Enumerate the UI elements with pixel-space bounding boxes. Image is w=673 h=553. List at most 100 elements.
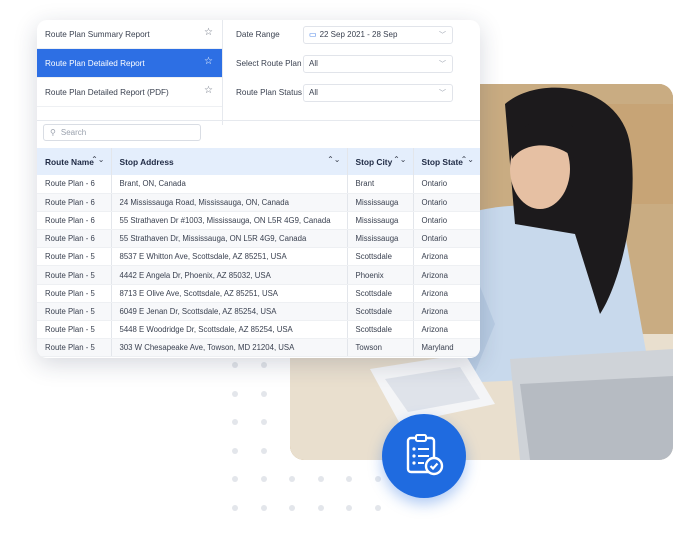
- search-placeholder: Search: [60, 128, 87, 137]
- filter-route-plan: Select Route Plan All ﹀: [229, 49, 480, 78]
- dot: [289, 505, 295, 511]
- table-row[interactable]: Route Plan - 6 Brant, ON, Canada Brant Onta…: [37, 175, 480, 194]
- route-plan-status-value: All: [309, 88, 318, 97]
- table-cell: Route Plan - 5: [37, 265, 111, 285]
- star-icon[interactable]: ☆: [204, 56, 213, 67]
- report-item-label: Route Plan Detailed Report (PDF): [45, 87, 169, 97]
- dot: [232, 448, 238, 454]
- dot: [318, 505, 324, 511]
- table-cell: Arizona: [412, 284, 480, 303]
- dot: [375, 505, 381, 511]
- chevron-down-icon: ﹀: [439, 89, 446, 97]
- route-plan-status-label: Route Plan Status: [236, 88, 302, 97]
- calendar-icon: ▭: [309, 30, 317, 39]
- table-cell: 4442 E Angela Dr, Phoenix, AZ 85032, USA: [110, 265, 347, 285]
- dot: [261, 391, 267, 397]
- column-header-label: Route Name: [45, 156, 94, 167]
- table-cell: Route Plan - 5: [37, 247, 111, 267]
- dot: [346, 505, 352, 511]
- table-row[interactable]: Route Plan - 5 6049 E Jenan Dr, Scottsdal…: [37, 302, 480, 322]
- table-cell: Arizona: [412, 302, 480, 322]
- table-row[interactable]: Route Plan - 6 55 Strathaven Dr #1003, Mi…: [37, 211, 480, 231]
- date-range-picker[interactable]: ▭ 22 Sep 2021 - 28 Sep ﹀: [303, 25, 453, 44]
- table-cell: Ontario: [412, 193, 480, 212]
- column-header-label: Stop City: [355, 156, 393, 167]
- sort-icon[interactable]: ⌃⌄: [461, 155, 474, 164]
- filter-route-plan-status: Route Plan Status All ﹀: [229, 78, 480, 107]
- table-cell: Arizona: [412, 247, 480, 267]
- table-cell: Ontario: [412, 175, 480, 194]
- filter-date-range: Date Range ▭ 22 Sep 2021 - 28 Sep ﹀: [229, 20, 480, 49]
- dot: [232, 391, 238, 397]
- table-cell: Route Plan - 5: [37, 302, 111, 322]
- column-header-route-name[interactable]: Route Name ⌃⌄: [37, 148, 111, 175]
- table-cell: Route Plan - 5: [37, 284, 111, 303]
- report-item-summary[interactable]: Route Plan Summary Report ☆: [37, 20, 222, 49]
- report-item-detailed[interactable]: Route Plan Detailed Report ☆: [37, 49, 222, 78]
- table-cell: 55 Strathaven Dr #1003, Mississauga, ON …: [110, 211, 347, 231]
- star-icon[interactable]: ☆: [204, 27, 213, 38]
- table-cell: Route Plan - 6: [37, 193, 111, 212]
- table-header-row: Route Name ⌃⌄ Stop Address ⌃⌄ Stop City …: [37, 148, 480, 175]
- table-cell: Scottsdale: [346, 247, 413, 267]
- report-item-label: Route Plan Detailed Report: [45, 58, 145, 68]
- report-item-detailed-pdf[interactable]: Route Plan Detailed Report (PDF) ☆: [37, 78, 222, 107]
- date-range-value: 22 Sep 2021 - 28 Sep: [319, 30, 398, 39]
- table-row[interactable]: Route Plan - 6 55 Strathaven Dr, Mississa…: [37, 229, 480, 249]
- table-row[interactable]: Route Plan - 5 4442 E Angela Dr, Phoenix,…: [37, 265, 480, 285]
- table-cell: Scottsdale: [346, 284, 413, 303]
- star-icon[interactable]: ☆: [204, 85, 213, 96]
- table-cell: Arizona: [412, 320, 480, 340]
- dot: [232, 476, 238, 482]
- sort-icon[interactable]: ⌃⌄: [393, 155, 406, 164]
- route-plan-value: All: [309, 59, 318, 68]
- route-plan-status-select[interactable]: All ﹀: [303, 83, 453, 102]
- dot: [375, 476, 381, 482]
- table-cell: Route Plan - 6: [37, 229, 111, 249]
- dot: [261, 362, 267, 368]
- table-cell: Route Plan - 5: [37, 338, 111, 358]
- table-cell: Ontario: [412, 211, 480, 231]
- table-cell: Scottsdale: [346, 320, 413, 340]
- filter-panel: Date Range ▭ 22 Sep 2021 - 28 Sep ﹀ Sele…: [229, 20, 480, 125]
- table-cell: Arizona: [412, 265, 480, 285]
- sort-icon[interactable]: ⌃⌄: [327, 155, 340, 164]
- table-cell: 8713 E Olive Ave, Scottsdale, AZ 85251, …: [110, 284, 347, 303]
- column-header-label: Stop State: [421, 156, 463, 167]
- date-range-label: Date Range: [236, 30, 280, 39]
- table-cell: Ontario: [412, 229, 480, 249]
- route-stops-table: Route Name ⌃⌄ Stop Address ⌃⌄ Stop City …: [37, 148, 480, 358]
- dot: [261, 476, 267, 482]
- table-row[interactable]: Route Plan - 5 8537 E Whitton Ave, Scotts…: [37, 247, 480, 267]
- report-card: Route Plan Summary Report ☆ Route Plan D…: [37, 20, 480, 358]
- column-header-stop-city[interactable]: Stop City ⌃⌄: [346, 148, 413, 175]
- search-input[interactable]: ⚲ Search: [43, 124, 201, 141]
- dot: [346, 476, 352, 482]
- table-row[interactable]: Route Plan - 6 24 Mississauga Road, Missi…: [37, 193, 480, 212]
- table-row[interactable]: Route Plan - 5 303 W Chesapeake Ave, Tows…: [37, 338, 480, 358]
- dot: [261, 505, 267, 511]
- search-icon: ⚲: [50, 128, 56, 137]
- dot: [318, 476, 324, 482]
- table-cell: Route Plan - 6: [37, 211, 111, 231]
- report-check-badge: [382, 414, 466, 498]
- table-row[interactable]: Route Plan - 5 5448 E Woodridge Dr, Scott…: [37, 320, 480, 340]
- table-cell: Towson: [346, 338, 413, 358]
- table-cell: Mississauga: [346, 229, 413, 249]
- route-plan-select[interactable]: All ﹀: [303, 54, 453, 73]
- table-cell: Route Plan - 5: [37, 320, 111, 340]
- report-item-label: Route Plan Summary Report: [45, 29, 150, 39]
- column-header-stop-address[interactable]: Stop Address ⌃⌄: [110, 148, 347, 175]
- table-cell: 8537 E Whitton Ave, Scottsdale, AZ 85251…: [110, 247, 347, 267]
- table-cell: Scottsdale: [346, 302, 413, 322]
- table-row[interactable]: Route Plan - 5 8713 E Olive Ave, Scottsda…: [37, 284, 480, 303]
- section-divider: [37, 120, 480, 121]
- table-cell: Brant: [346, 175, 413, 194]
- dot: [232, 419, 238, 425]
- table-cell: Route Plan - 6: [37, 175, 111, 194]
- column-header-label: Stop Address: [119, 156, 174, 167]
- column-header-stop-state[interactable]: Stop State ⌃⌄: [412, 148, 480, 175]
- chevron-down-icon: ﹀: [439, 60, 446, 68]
- table-cell: Mississauga: [346, 193, 413, 212]
- sort-icon[interactable]: ⌃⌄: [91, 155, 104, 164]
